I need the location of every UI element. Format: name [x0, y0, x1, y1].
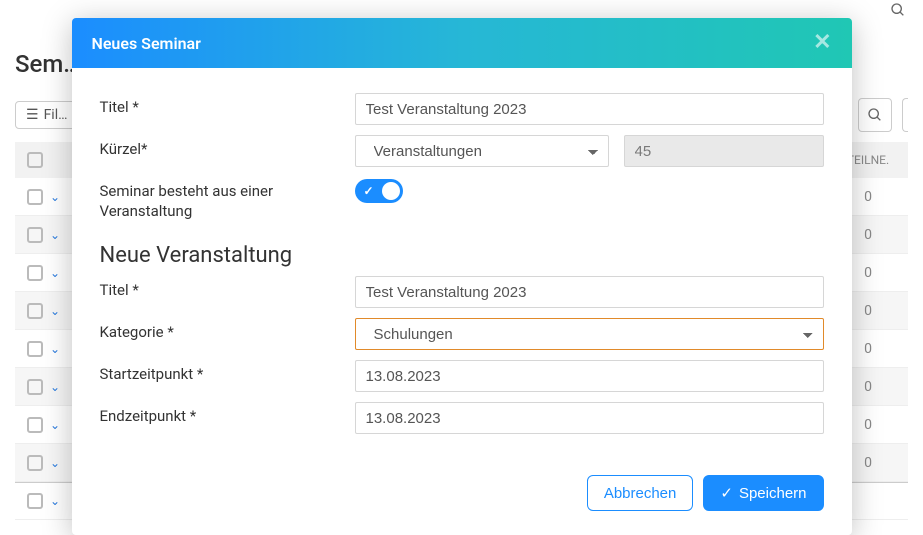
- kategorie-select[interactable]: Schulungen: [355, 318, 824, 350]
- save-label: Speichern: [739, 485, 807, 502]
- cancel-label: Abbrechen: [604, 485, 677, 502]
- titel-input[interactable]: [355, 93, 824, 125]
- check-icon: ✓: [364, 184, 374, 198]
- label-event-titel: Titel *: [100, 276, 355, 301]
- modal-title: Neues Seminar: [92, 34, 201, 53]
- new-seminar-modal: Neues Seminar ✕ Titel * Kürzel* Veransta…: [72, 18, 852, 535]
- event-titel-input[interactable]: [355, 276, 824, 308]
- close-icon[interactable]: ✕: [813, 32, 831, 54]
- section-new-event: Neue Veranstaltung: [100, 243, 824, 268]
- check-icon: ✓: [720, 484, 733, 502]
- single-event-toggle[interactable]: ✓: [355, 179, 403, 203]
- start-input[interactable]: [355, 360, 824, 392]
- modal-overlay: Neues Seminar ✕ Titel * Kürzel* Veransta…: [0, 0, 923, 522]
- kurzel-number: [624, 135, 824, 167]
- label-kategorie: Kategorie *: [100, 318, 355, 343]
- label-kurzel: Kürzel*: [100, 135, 355, 160]
- end-input[interactable]: [355, 402, 824, 434]
- label-single-event: Seminar besteht aus einer Veranstaltung: [100, 177, 355, 221]
- label-titel: Titel *: [100, 93, 355, 118]
- label-start: Startzeitpunkt *: [100, 360, 355, 385]
- modal-header: Neues Seminar ✕: [72, 18, 852, 68]
- kurzel-select[interactable]: Veranstaltungen: [355, 135, 609, 167]
- save-button[interactable]: ✓ Speichern: [703, 475, 823, 511]
- cancel-button[interactable]: Abbrechen: [587, 475, 694, 511]
- label-end: Endzeitpunkt *: [100, 402, 355, 427]
